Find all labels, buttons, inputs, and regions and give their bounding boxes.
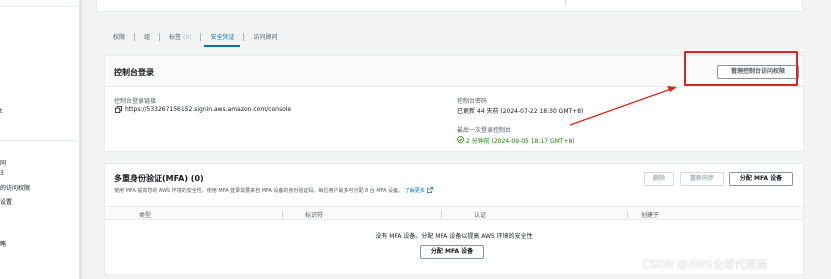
tab-label: 安全凭证	[210, 33, 235, 41]
mfa-header: 多重身份验证(MFA) (0) 使用 MFA 提高您的 AWS 环境的安全性。使…	[105, 164, 803, 202]
tab-access-advisor[interactable]: 访问顾问	[244, 30, 286, 45]
tab-groups[interactable]: 组	[135, 30, 159, 45]
sidebar-fragment[interactable]: 设置	[0, 197, 12, 206]
tab-label: 组	[144, 33, 151, 41]
tab-security-credentials[interactable]: 安全凭证	[201, 30, 243, 47]
assign-mfa-button-empty[interactable]: 分配 MFA 设备	[420, 245, 484, 259]
sidebar-fragment[interactable]: 略	[0, 239, 6, 248]
delete-button[interactable]: 删除	[644, 172, 674, 186]
column-divider	[441, 210, 442, 218]
empty-state-message: 没有 MFA 设备。分配 MFA 设备以提高 AWS 环境的安全性	[375, 233, 533, 240]
sidebar: t 同 3 的访问权限 设置 略	[0, 0, 80, 279]
mfa-description-text: 使用 MFA 提高您的 AWS 环境的安全性。使用 MFA 登录需要来自 MFA…	[114, 188, 404, 194]
learn-more-link[interactable]: 了解更多	[405, 188, 425, 194]
column-divider	[282, 210, 283, 218]
sidebar-divider	[0, 140, 78, 141]
sidebar-fragment[interactable]: 的访问权限	[0, 183, 30, 192]
sidebar-scroll-edge	[79, 0, 82, 279]
tab-label: 访问顾问	[253, 33, 278, 41]
table-header: 类型 标识符 认证 创建于	[105, 206, 803, 220]
panel-title: 控制台登录	[114, 68, 154, 77]
mfa-description: 使用 MFA 提高您的 AWS 环境的安全性。使用 MFA 登录需要来自 MFA…	[114, 187, 433, 194]
console-link-label: 控制台登录链接	[114, 98, 157, 105]
copy-icon[interactable]	[115, 106, 122, 113]
console-password-label: 控制台密码	[457, 98, 488, 105]
tab-label: 权限	[113, 33, 126, 41]
tab-count: (0)	[182, 33, 192, 41]
console-password-value: 已更新 44 天前 (2024-07-22 18:30 GMT+8)	[457, 108, 584, 115]
watermark: CSDN @AWS全球代理商	[642, 258, 768, 271]
mfa-title: 多重身份验证(MFA) (0)	[114, 174, 204, 183]
sidebar-fragment[interactable]: 同	[0, 158, 6, 167]
sidebar-divider	[0, 6, 78, 7]
tab-permissions[interactable]: 权限	[104, 30, 134, 45]
sidebar-fragment[interactable]: 3	[0, 170, 4, 177]
tab-tags[interactable]: 标签 (0)	[160, 30, 200, 45]
external-link-icon[interactable]	[426, 187, 433, 193]
sidebar-fragment[interactable]: t	[0, 108, 2, 115]
column-header-identifier[interactable]: 标识符	[305, 210, 323, 219]
panel-column-divider	[565, 0, 566, 6]
check-circle-icon	[457, 136, 464, 143]
last-login-label: 最后一次登录控制台	[457, 127, 512, 134]
column-header-certification[interactable]: 认证	[474, 210, 486, 219]
last-login-value: 2 分钟前 (2024-09-05 18:17 GMT+8)	[466, 138, 575, 145]
resync-button[interactable]: 重新同步	[680, 172, 724, 186]
highlight-box	[684, 51, 798, 86]
summary-panel	[96, 0, 803, 12]
assign-mfa-button[interactable]: 分配 MFA 设备	[729, 172, 793, 186]
tab-bar: 权限 组 标签 (0) 安全凭证 访问顾问	[104, 28, 287, 47]
column-header-type[interactable]: 类型	[139, 210, 151, 219]
tab-label: 标签	[169, 33, 182, 41]
console-link-url[interactable]: https://533267156152.signin.aws.amazon.c…	[125, 106, 291, 113]
column-header-created[interactable]: 创建于	[641, 210, 659, 219]
column-divider	[627, 210, 628, 218]
